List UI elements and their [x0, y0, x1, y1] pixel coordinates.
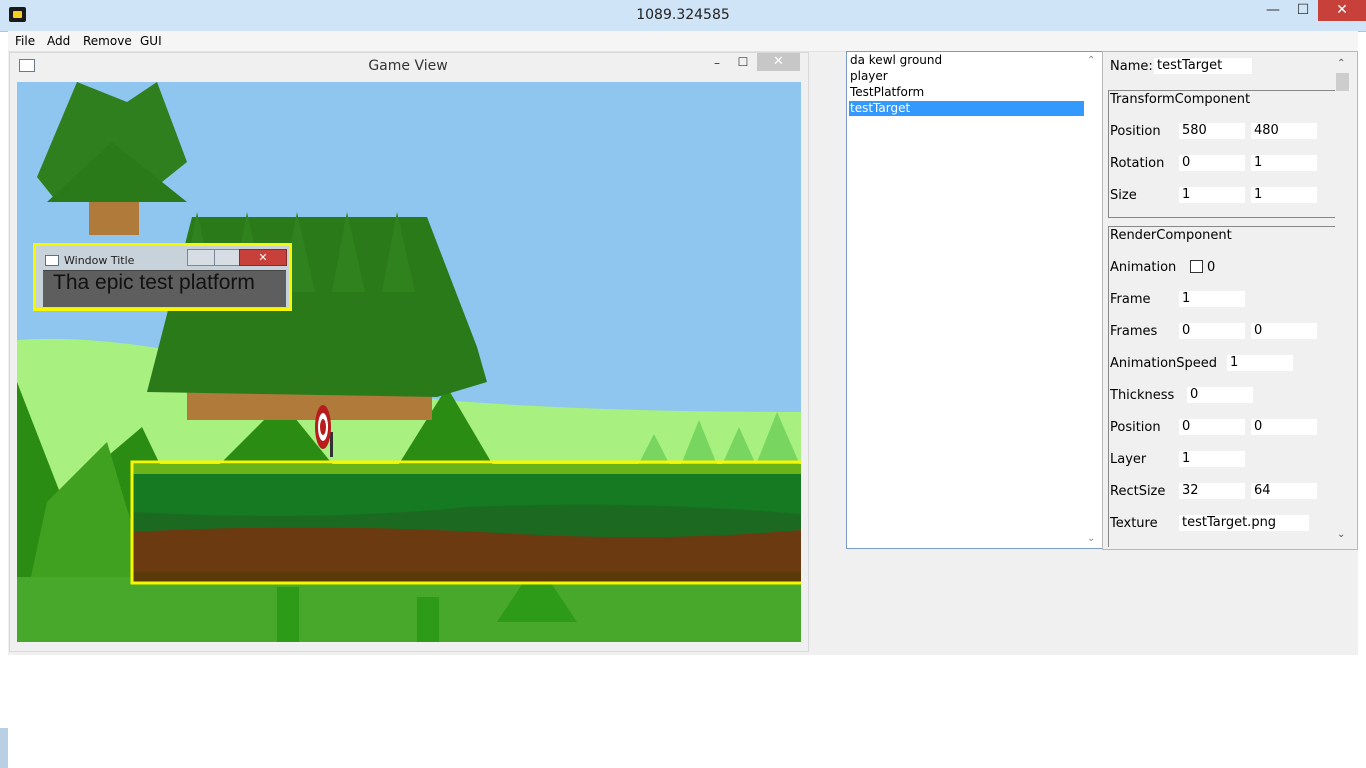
pine-tree-top: [37, 82, 187, 235]
close-button[interactable]: ✕: [1318, 0, 1366, 21]
frames-label: Frames: [1110, 324, 1158, 339]
animation-speed-label: AnimationSpeed: [1110, 356, 1218, 371]
size-h-field[interactable]: 1: [1251, 187, 1317, 203]
layer-field[interactable]: 1: [1179, 451, 1245, 467]
game-view-minimize-button[interactable]: –: [710, 56, 724, 70]
layer-label: Layer: [1110, 452, 1147, 467]
menu-gui[interactable]: GUI: [140, 34, 162, 48]
ingame-window-controls: ✕: [187, 249, 287, 266]
game-scene[interactable]: [17, 82, 801, 642]
platform: [132, 464, 801, 582]
frame-field[interactable]: 1: [1179, 291, 1245, 307]
size-w-field[interactable]: 1: [1179, 187, 1245, 203]
rotation-label: Rotation: [1110, 156, 1165, 171]
animation-label: Animation: [1110, 260, 1177, 275]
render-position-x-field[interactable]: 0: [1179, 419, 1245, 435]
frames-a-field[interactable]: 0: [1179, 323, 1245, 339]
name-field[interactable]: testTarget: [1154, 58, 1252, 74]
ingame-close-button[interactable]: ✕: [239, 249, 287, 266]
position-label: Position: [1110, 124, 1161, 139]
menu-bar: File Add Remove GUI: [8, 31, 1358, 52]
position-x-field[interactable]: 580: [1179, 123, 1245, 139]
texture-field[interactable]: testTarget.png: [1179, 515, 1309, 531]
size-label: Size: [1110, 188, 1137, 203]
rect-size-h-field[interactable]: 64: [1251, 483, 1317, 499]
ingame-window-text: Tha epic test platform: [53, 271, 255, 294]
taskbar-edge: [0, 728, 8, 768]
entity-item[interactable]: player: [849, 69, 1084, 84]
menu-file[interactable]: File: [15, 34, 35, 48]
render-position-label: Position: [1110, 420, 1161, 435]
ingame-minimize-button[interactable]: [187, 249, 215, 266]
rect-size-label: RectSize: [1110, 484, 1166, 499]
entity-list[interactable]: da kewl ground player TestPlatform testT…: [846, 51, 1103, 549]
game-view-title: Game View: [368, 58, 448, 74]
animation-checkbox[interactable]: [1190, 260, 1203, 273]
ingame-window-icon: [45, 255, 59, 266]
position-y-field[interactable]: 480: [1251, 123, 1317, 139]
game-view-close-button[interactable]: ✕: [757, 53, 800, 71]
scroll-up-icon[interactable]: ⌃: [1337, 58, 1345, 69]
rotation-b-field[interactable]: 1: [1251, 155, 1317, 171]
transform-header: TransformComponent: [1110, 92, 1251, 107]
frames-b-field[interactable]: 0: [1251, 323, 1317, 339]
texture-label: Texture: [1110, 516, 1158, 531]
menu-add[interactable]: Add: [47, 34, 70, 48]
animation-speed-field[interactable]: 1: [1227, 355, 1293, 371]
list-scroll-up-icon[interactable]: ⌃: [1087, 55, 1095, 66]
scrollbar-thumb[interactable]: [1336, 73, 1349, 91]
entity-item[interactable]: TestPlatform: [849, 85, 1084, 100]
render-header: RenderComponent: [1110, 228, 1232, 243]
entity-item[interactable]: da kewl ground: [849, 53, 1084, 68]
name-label: Name:: [1110, 59, 1153, 74]
ingame-maximize-button[interactable]: [214, 249, 240, 266]
entity-item-selected[interactable]: testTarget: [849, 101, 1084, 116]
animation-value: 0: [1207, 260, 1216, 275]
render-position-y-field[interactable]: 0: [1251, 419, 1317, 435]
menu-remove[interactable]: Remove: [83, 34, 132, 48]
minimize-button[interactable]: —: [1258, 0, 1288, 21]
scene-art: [17, 82, 801, 642]
rect-size-w-field[interactable]: 32: [1179, 483, 1245, 499]
scroll-down-icon[interactable]: ⌄: [1337, 529, 1345, 540]
window-title: 1089.324585: [636, 7, 730, 23]
frame-label: Frame: [1110, 292, 1151, 307]
properties-scrollbar[interactable]: [1335, 56, 1350, 544]
thickness-label: Thickness: [1110, 388, 1175, 403]
ingame-window-title: Window Title: [64, 254, 135, 267]
rotation-a-field[interactable]: 0: [1179, 155, 1245, 171]
game-view-maximize-button[interactable]: ☐: [736, 55, 750, 69]
maximize-button[interactable]: ☐: [1288, 0, 1318, 21]
thickness-field[interactable]: 0: [1187, 387, 1253, 403]
list-scroll-down-icon[interactable]: ⌄: [1087, 533, 1095, 544]
